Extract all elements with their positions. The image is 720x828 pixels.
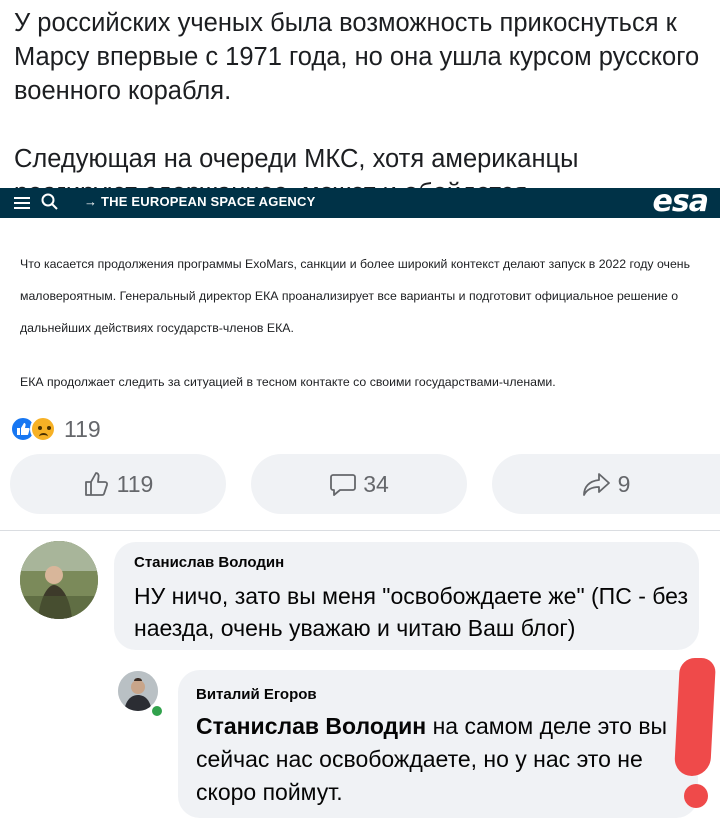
share-button[interactable]: 9 [492, 454, 720, 514]
like-button[interactable]: 119 [10, 454, 226, 514]
comment-bubble: Станислав Володин НУ ничо, зато вы меня … [114, 542, 699, 650]
reactions-summary[interactable]: 119 [10, 414, 101, 444]
like-count: 119 [116, 470, 154, 497]
online-status-dot [149, 703, 165, 719]
share-icon [582, 473, 610, 496]
esa-logo: esa [652, 184, 709, 219]
exclamation-mark-bar [673, 658, 717, 776]
comment-author[interactable]: Виталий Егоров [196, 686, 317, 703]
comment-icon [330, 474, 357, 496]
post-paragraph-1: У российских ученых была возможность при… [14, 9, 700, 105]
comment-button[interactable]: 34 [251, 454, 467, 514]
exclamation-mark-dot [684, 784, 708, 808]
comment-bubble: Виталий Егоров Станислав Володин на само… [178, 670, 698, 818]
action-bar: 119 34 9 [10, 454, 720, 514]
esa-paragraph-2: ЕКА продолжает следить за ситуацией в те… [20, 375, 556, 389]
comment-text: НУ ничо, зато вы меня "освобождаете же" … [134, 583, 689, 641]
comment-author[interactable]: Станислав Володин [134, 554, 284, 571]
menu-icon[interactable] [14, 196, 30, 210]
search-icon[interactable] [40, 192, 60, 212]
avatar[interactable] [20, 541, 98, 619]
reaction-count: 119 [64, 415, 101, 442]
section-divider [0, 530, 720, 531]
comment-text: Станислав Володин на самом деле это вы с… [196, 710, 686, 809]
mention-link[interactable]: Станислав Володин [196, 713, 426, 739]
esa-agency-label[interactable]: → THE EUROPEAN SPACE AGENCY [84, 194, 316, 209]
user-photo-icon [20, 541, 98, 619]
post-text: У российских ученых была возможность при… [14, 6, 704, 210]
share-count: 9 [617, 470, 631, 497]
sad-reaction-icon [30, 416, 56, 442]
esa-header-bar: → THE EUROPEAN SPACE AGENCY esa [0, 184, 720, 219]
thumbs-up-icon [84, 472, 108, 496]
esa-paragraph-1: Что касается продолжения программы ExoMa… [20, 257, 690, 335]
comment-count: 34 [363, 470, 389, 497]
